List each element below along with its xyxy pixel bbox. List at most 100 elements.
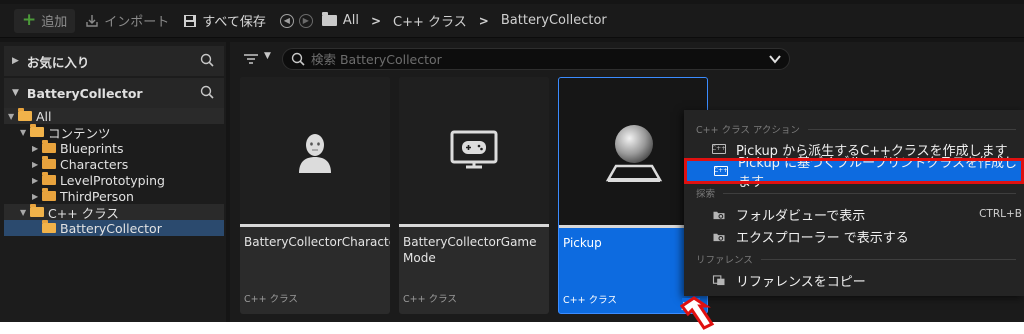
folder-icon — [42, 140, 56, 153]
asset-type: C++ クラス — [563, 295, 617, 306]
folder-icon[interactable] — [321, 12, 337, 26]
project-label: BatteryCollector — [26, 85, 143, 101]
folder-tree: ▼ All ▼ コンテンツ ▶ Blueprints ▶ Characters … — [4, 108, 224, 236]
tree-item-cpp-classes[interactable]: ▼ C++ クラス — [4, 204, 224, 221]
content-browser-toolbar: + 追加 インポート すべて保存 ◀ ▶ All > C++ クラス > Bat… — [0, 4, 1024, 38]
project-header[interactable]: ▼ BatteryCollector — [4, 78, 224, 108]
menu-item-show-in-folder-view[interactable]: フォルダビューで表示 CTRL+B — [684, 203, 1024, 225]
tree-item-level-prototyping[interactable]: ▶ LevelPrototyping — [4, 172, 224, 188]
asset-tile-character[interactable]: BatteryCollectorCharacter C++ クラス — [240, 77, 390, 314]
breadcrumb-battery-collector[interactable]: BatteryCollector — [501, 13, 607, 28]
search-icon[interactable] — [200, 85, 214, 99]
breadcrumb-cpp-classes[interactable]: C++ クラス — [393, 11, 467, 30]
collapsed-arrow-icon[interactable]: ▶ — [32, 160, 42, 169]
tree-item-characters[interactable]: ▶ Characters — [4, 156, 224, 172]
page-background — [0, 322, 1024, 334]
tree-item-label: BatteryCollector — [60, 220, 162, 236]
history-forward-icon[interactable]: ▶ — [298, 13, 313, 28]
collapsed-arrow-icon: ▶ — [12, 56, 19, 66]
import-icon — [86, 14, 98, 27]
folder-search-icon — [713, 211, 725, 219]
folder-open-icon — [30, 124, 44, 137]
collapsed-arrow-icon[interactable]: ▶ — [32, 176, 42, 185]
import-button-label: インポート — [104, 15, 170, 30]
folder-icon — [42, 188, 56, 201]
save-icon — [184, 14, 197, 27]
search-icon — [291, 52, 305, 66]
save-all-button[interactable]: すべて保存 — [183, 11, 266, 30]
breadcrumb-separator-icon[interactable]: > — [371, 14, 381, 28]
breadcrumb-separator-icon[interactable]: > — [479, 14, 489, 28]
menu-item-label: エクスプローラー で表示する — [736, 230, 909, 246]
menu-section-label: リファレンス — [696, 255, 753, 266]
chevron-down-icon[interactable]: ▼ — [264, 51, 271, 61]
history-back-icon[interactable]: ◀ — [279, 13, 294, 28]
tree-item-label: All — [36, 108, 52, 124]
menu-item-create-blueprint-class[interactable]: C++ Pickup に基づくブループリントクラスを作成します — [684, 156, 1024, 190]
menu-item-show-in-explorer[interactable]: エクスプローラー で表示する — [684, 225, 1024, 247]
search-icon[interactable] — [200, 53, 214, 67]
content-browser: + 追加 インポート すべて保存 ◀ ▶ All > C++ クラス > Bat… — [0, 0, 1024, 334]
folder-icon — [42, 156, 56, 169]
menu-section-reference: リファレンス — [696, 252, 1016, 266]
menu-section-label: C++ クラス アクション — [696, 125, 800, 136]
expanded-arrow-icon[interactable]: ▼ — [8, 112, 18, 121]
add-button-label: 追加 — [41, 15, 68, 30]
sphere-actor-icon — [605, 124, 663, 182]
character-icon — [299, 133, 331, 173]
asset-type: C++ クラス — [244, 294, 298, 305]
asset-type-stripe — [240, 224, 390, 227]
menu-section-label: 探索 — [696, 189, 716, 200]
folder-open-icon — [42, 220, 56, 233]
expanded-arrow-icon: ▼ — [12, 88, 19, 98]
tree-item-blueprints[interactable]: ▶ Blueprints — [4, 140, 224, 156]
folder-open-icon — [18, 108, 32, 121]
plus-icon: + — [22, 10, 37, 30]
menu-item-shortcut: CTRL+B — [979, 208, 1022, 220]
game-mode-icon — [450, 130, 498, 168]
save-all-button-label: すべて保存 — [202, 15, 266, 30]
tree-item-label: Blueprints — [60, 140, 124, 156]
asset-type: C++ クラス — [403, 294, 457, 305]
tree-item-label: LevelPrototyping — [60, 172, 165, 188]
filter-icon[interactable] — [244, 54, 258, 64]
breadcrumb-all[interactable]: All — [343, 13, 359, 28]
asset-tile-game-mode[interactable]: BatteryCollectorGame Mode C++ クラス — [399, 77, 549, 314]
collapsed-arrow-icon[interactable]: ▶ — [32, 192, 42, 201]
menu-item-label: フォルダビューで表示 — [736, 208, 866, 224]
tree-item-all[interactable]: ▼ All — [4, 108, 224, 124]
tree-item-battery-collector[interactable]: BatteryCollector — [4, 220, 224, 236]
expanded-arrow-icon[interactable]: ▼ — [20, 208, 30, 217]
tree-item-label: Characters — [60, 156, 129, 172]
add-button[interactable]: + 追加 — [14, 8, 76, 33]
asset-search-bar — [282, 48, 790, 70]
copy-icon — [712, 274, 725, 285]
menu-item-label: リファレンスをコピー — [736, 274, 866, 290]
context-menu: C++ クラス アクション C++ Pickup から派生するC++クラスを作成… — [684, 110, 1024, 296]
collapsed-arrow-icon[interactable]: ▶ — [32, 144, 42, 153]
asset-type-stripe — [399, 224, 549, 227]
annotation-arrow-icon — [679, 296, 715, 330]
menu-item-label: Pickup に基づくブループリントクラスを作成します — [738, 156, 1018, 190]
cpp-class-icon: C++ — [711, 144, 727, 154]
import-button[interactable]: インポート — [85, 11, 169, 30]
tree-item-label: コンテンツ — [48, 125, 111, 141]
asset-name: BatteryCollectorGame Mode — [403, 235, 537, 265]
folder-open-icon — [30, 204, 44, 217]
menu-item-copy-reference[interactable]: リファレンスをコピー — [684, 269, 1024, 291]
asset-search-input[interactable] — [311, 51, 751, 67]
asset-thumbnail — [240, 77, 390, 224]
asset-name: BatteryCollectorCharacter — [244, 235, 390, 249]
menu-section-cpp-actions: C++ クラス アクション — [696, 122, 1016, 136]
folder-search-icon — [713, 233, 725, 241]
expanded-arrow-icon[interactable]: ▼ — [20, 128, 30, 137]
tree-item-label: C++ クラス — [48, 205, 119, 221]
favorites-label: お気に入り — [26, 54, 90, 70]
folder-icon — [42, 172, 56, 185]
menu-section-explore: 探索 — [696, 186, 1016, 200]
tree-item-contents[interactable]: ▼ コンテンツ — [4, 124, 224, 141]
asset-thumbnail — [399, 77, 549, 224]
chevron-down-icon[interactable] — [769, 54, 781, 64]
favorites-header[interactable]: ▶ お気に入り — [4, 46, 224, 76]
blueprint-class-icon: C++ — [713, 166, 729, 176]
